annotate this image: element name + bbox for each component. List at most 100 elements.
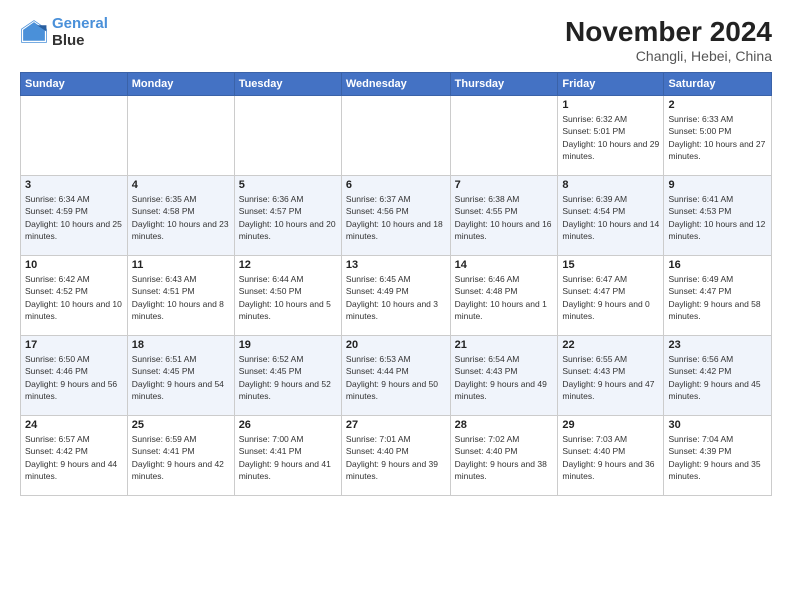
day-number: 5	[239, 179, 337, 191]
page: General Blue November 2024 Changli, Hebe…	[0, 0, 792, 612]
day-info: Sunrise: 7:03 AM Sunset: 4:40 PM Dayligh…	[562, 433, 659, 482]
day-number: 14	[455, 259, 554, 271]
subtitle: Changli, Hebei, China	[565, 48, 772, 64]
day-number: 25	[132, 419, 230, 431]
week-row-2: 3Sunrise: 6:34 AM Sunset: 4:59 PM Daylig…	[21, 176, 772, 256]
calendar-cell: 30 Sunrise: 7:04 AM Sunset: 4:39 PM Dayli…	[664, 416, 772, 496]
day-info: Sunrise: 6:49 AM Sunset: 4:47 PM Dayligh…	[668, 273, 767, 322]
day-number: 8	[562, 179, 659, 191]
main-title: November 2024	[565, 16, 772, 48]
week-row-3: 10Sunrise: 6:42 AM Sunset: 4:52 PM Dayli…	[21, 256, 772, 336]
day-number: 17	[25, 339, 123, 351]
day-info: Sunrise: 6:56 AM Sunset: 4:42 PM Dayligh…	[668, 353, 767, 402]
col-tuesday: Tuesday	[234, 73, 341, 96]
day-info: Sunrise: 6:55 AM Sunset: 4:43 PM Dayligh…	[562, 353, 659, 402]
calendar-cell: 15Sunrise: 6:47 AM Sunset: 4:47 PM Dayli…	[558, 256, 664, 336]
day-number: 4	[132, 179, 230, 191]
calendar-cell: 24 Sunrise: 6:57 AM Sunset: 4:42 PM Dayli…	[21, 416, 128, 496]
calendar-cell: 20 Sunrise: 6:53 AM Sunset: 4:44 PM Dayli…	[341, 336, 450, 416]
day-info: Sunrise: 6:50 AM Sunset: 4:46 PM Dayligh…	[25, 353, 123, 402]
day-info: Sunrise: 6:37 AM Sunset: 4:56 PM Dayligh…	[346, 193, 446, 242]
calendar-cell: 8 Sunrise: 6:39 AM Sunset: 4:54 PM Daylig…	[558, 176, 664, 256]
calendar-cell: 4 Sunrise: 6:35 AM Sunset: 4:58 PM Daylig…	[127, 176, 234, 256]
week-row-1: 1Sunrise: 6:32 AM Sunset: 5:01 PM Daylig…	[21, 96, 772, 176]
day-number: 2	[668, 99, 767, 111]
col-monday: Monday	[127, 73, 234, 96]
logo-text: General Blue	[52, 16, 108, 49]
calendar-cell	[21, 96, 128, 176]
title-block: November 2024 Changli, Hebei, China	[565, 16, 772, 64]
day-number: 30	[668, 419, 767, 431]
calendar-cell: 11 Sunrise: 6:43 AM Sunset: 4:51 PM Dayli…	[127, 256, 234, 336]
day-info: Sunrise: 6:57 AM Sunset: 4:42 PM Dayligh…	[25, 433, 123, 482]
day-number: 26	[239, 419, 337, 431]
day-info: Sunrise: 6:43 AM Sunset: 4:51 PM Dayligh…	[132, 273, 230, 322]
calendar-cell	[341, 96, 450, 176]
day-info: Sunrise: 6:36 AM Sunset: 4:57 PM Dayligh…	[239, 193, 337, 242]
day-number: 24	[25, 419, 123, 431]
col-friday: Friday	[558, 73, 664, 96]
day-number: 28	[455, 419, 554, 431]
day-number: 13	[346, 259, 446, 271]
day-info: Sunrise: 6:33 AM Sunset: 5:00 PM Dayligh…	[668, 113, 767, 162]
calendar-cell: 14 Sunrise: 6:46 AM Sunset: 4:48 PM Dayli…	[450, 256, 558, 336]
header: General Blue November 2024 Changli, Hebe…	[20, 16, 772, 64]
day-number: 6	[346, 179, 446, 191]
calendar-cell: 5 Sunrise: 6:36 AM Sunset: 4:57 PM Daylig…	[234, 176, 341, 256]
day-number: 9	[668, 179, 767, 191]
calendar-body: 1Sunrise: 6:32 AM Sunset: 5:01 PM Daylig…	[21, 96, 772, 496]
day-info: Sunrise: 7:00 AM Sunset: 4:41 PM Dayligh…	[239, 433, 337, 482]
calendar-cell: 12 Sunrise: 6:44 AM Sunset: 4:50 PM Dayli…	[234, 256, 341, 336]
day-number: 12	[239, 259, 337, 271]
day-number: 29	[562, 419, 659, 431]
col-thursday: Thursday	[450, 73, 558, 96]
day-info: Sunrise: 6:53 AM Sunset: 4:44 PM Dayligh…	[346, 353, 446, 402]
calendar-table: Sunday Monday Tuesday Wednesday Thursday…	[20, 72, 772, 496]
day-info: Sunrise: 7:02 AM Sunset: 4:40 PM Dayligh…	[455, 433, 554, 482]
calendar-cell	[234, 96, 341, 176]
day-info: Sunrise: 7:01 AM Sunset: 4:40 PM Dayligh…	[346, 433, 446, 482]
day-info: Sunrise: 6:44 AM Sunset: 4:50 PM Dayligh…	[239, 273, 337, 322]
day-info: Sunrise: 7:04 AM Sunset: 4:39 PM Dayligh…	[668, 433, 767, 482]
calendar-cell: 7Sunrise: 6:38 AM Sunset: 4:55 PM Daylig…	[450, 176, 558, 256]
calendar-cell: 16 Sunrise: 6:49 AM Sunset: 4:47 PM Dayli…	[664, 256, 772, 336]
day-info: Sunrise: 6:35 AM Sunset: 4:58 PM Dayligh…	[132, 193, 230, 242]
week-row-4: 17 Sunrise: 6:50 AM Sunset: 4:46 PM Dayli…	[21, 336, 772, 416]
calendar-cell: 9Sunrise: 6:41 AM Sunset: 4:53 PM Daylig…	[664, 176, 772, 256]
calendar-cell: 13 Sunrise: 6:45 AM Sunset: 4:49 PM Dayli…	[341, 256, 450, 336]
day-info: Sunrise: 6:42 AM Sunset: 4:52 PM Dayligh…	[25, 273, 123, 322]
day-number: 23	[668, 339, 767, 351]
calendar-cell: 28 Sunrise: 7:02 AM Sunset: 4:40 PM Dayli…	[450, 416, 558, 496]
day-info: Sunrise: 6:46 AM Sunset: 4:48 PM Dayligh…	[455, 273, 554, 322]
day-number: 20	[346, 339, 446, 351]
day-number: 15	[562, 259, 659, 271]
day-info: Sunrise: 6:52 AM Sunset: 4:45 PM Dayligh…	[239, 353, 337, 402]
day-number: 21	[455, 339, 554, 351]
calendar-cell: 19Sunrise: 6:52 AM Sunset: 4:45 PM Dayli…	[234, 336, 341, 416]
day-info: Sunrise: 6:34 AM Sunset: 4:59 PM Dayligh…	[25, 193, 123, 242]
calendar-cell: 6 Sunrise: 6:37 AM Sunset: 4:56 PM Daylig…	[341, 176, 450, 256]
day-info: Sunrise: 6:32 AM Sunset: 5:01 PM Dayligh…	[562, 113, 659, 162]
day-info: Sunrise: 6:59 AM Sunset: 4:41 PM Dayligh…	[132, 433, 230, 482]
week-row-5: 24 Sunrise: 6:57 AM Sunset: 4:42 PM Dayli…	[21, 416, 772, 496]
day-info: Sunrise: 6:39 AM Sunset: 4:54 PM Dayligh…	[562, 193, 659, 242]
day-number: 7	[455, 179, 554, 191]
calendar-cell: 17 Sunrise: 6:50 AM Sunset: 4:46 PM Dayli…	[21, 336, 128, 416]
calendar-cell	[127, 96, 234, 176]
day-number: 27	[346, 419, 446, 431]
calendar-cell: 21 Sunrise: 6:54 AM Sunset: 4:43 PM Dayli…	[450, 336, 558, 416]
col-saturday: Saturday	[664, 73, 772, 96]
logo: General Blue	[20, 16, 108, 49]
day-number: 16	[668, 259, 767, 271]
day-info: Sunrise: 6:54 AM Sunset: 4:43 PM Dayligh…	[455, 353, 554, 402]
day-number: 22	[562, 339, 659, 351]
header-row: Sunday Monday Tuesday Wednesday Thursday…	[21, 73, 772, 96]
day-number: 11	[132, 259, 230, 271]
calendar-cell: 18Sunrise: 6:51 AM Sunset: 4:45 PM Dayli…	[127, 336, 234, 416]
logo-icon	[20, 19, 48, 47]
calendar-cell: 26 Sunrise: 7:00 AM Sunset: 4:41 PM Dayli…	[234, 416, 341, 496]
calendar-cell: 2 Sunrise: 6:33 AM Sunset: 5:00 PM Daylig…	[664, 96, 772, 176]
day-number: 18	[132, 339, 230, 351]
day-info: Sunrise: 6:45 AM Sunset: 4:49 PM Dayligh…	[346, 273, 446, 322]
col-sunday: Sunday	[21, 73, 128, 96]
